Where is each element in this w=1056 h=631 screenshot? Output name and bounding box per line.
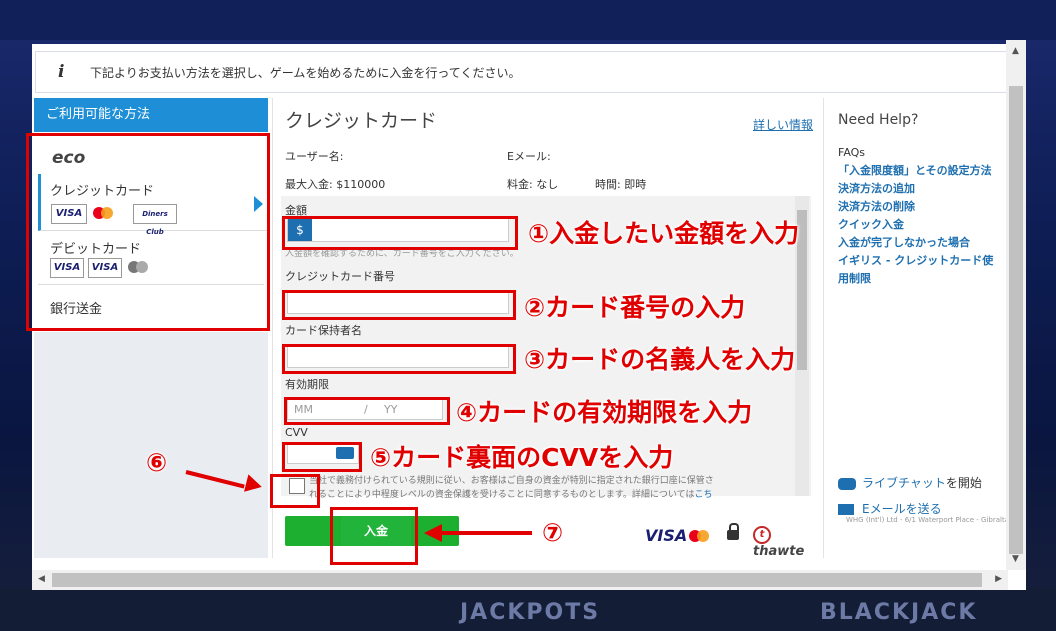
annotation-step3: ③カードの名義人を入力 bbox=[524, 345, 796, 374]
dialog-horizontal-scrollbar[interactable]: ◀ ▶ bbox=[32, 570, 1008, 590]
visa-secure-logo: VISA bbox=[645, 526, 688, 545]
max-deposit: 最大入金: $110000 bbox=[285, 178, 386, 191]
faq-links: 「入金限度額」とその設定方法 決済方法の追加 決済方法の削除 クイック入金 入金… bbox=[838, 162, 1008, 288]
annotation-step7: ⑦ bbox=[542, 518, 564, 547]
holder-name-label: カード保持者名 bbox=[285, 324, 362, 337]
faq-link-usage-limit[interactable]: 用制限 bbox=[838, 270, 1008, 288]
email-icon bbox=[838, 504, 854, 515]
fee: 料金: なし bbox=[507, 178, 559, 191]
faq-link-deposit-failed[interactable]: 入金が完了しなかった場合 bbox=[838, 234, 1008, 252]
help-title: Need Help? bbox=[838, 112, 919, 128]
processing-time: 時間: 即時 bbox=[595, 178, 647, 191]
info-icon: i bbox=[58, 62, 65, 82]
annotation-step6: ⑥ bbox=[146, 448, 168, 477]
site-nav-strip bbox=[0, 0, 1056, 40]
terms-link[interactable]: こち bbox=[694, 490, 712, 500]
dialog-vertical-scrollbar[interactable]: ▲ ▼ bbox=[1006, 40, 1026, 570]
highlight-methods bbox=[26, 133, 270, 331]
panel-title: クレジットカード bbox=[285, 110, 438, 132]
thawte-logo: tthawte bbox=[753, 526, 823, 559]
email-label: Eメール: bbox=[507, 150, 551, 163]
terms-text-line2-body: れることにより中程度レベルの資金保護を受けることに同意するものとします。詳細につ… bbox=[309, 490, 695, 500]
cvv-label: CVV bbox=[285, 426, 308, 439]
copyright-text: WHG (Int'l) Ltd - 6/1 Waterport Place - … bbox=[846, 516, 1012, 524]
methods-header: ご利用可能な方法 bbox=[34, 98, 268, 132]
horizontal-scroll-thumb[interactable] bbox=[52, 573, 982, 587]
thawte-mark-icon: t bbox=[753, 526, 771, 544]
annotation-step2: ②カード番号の入力 bbox=[524, 293, 746, 322]
highlight-holder-name bbox=[282, 344, 516, 374]
info-message: 下記よりお支払い方法を選択し、ゲームを始めるために入金を行ってください。 bbox=[90, 66, 521, 80]
faq-link-add-method[interactable]: 決済方法の追加 bbox=[838, 180, 1008, 198]
faq-link-deposit-limit[interactable]: 「入金限度額」とその設定方法 bbox=[838, 162, 1008, 180]
card-number-label: クレジットカード番号 bbox=[285, 270, 395, 283]
highlight-expiry bbox=[284, 397, 450, 425]
expiry-label: 有効期限 bbox=[285, 378, 329, 391]
scroll-right-icon[interactable]: ▶ bbox=[995, 574, 1002, 584]
info-bar: i 下記よりお支払い方法を選択し、ゲームを始めるために入金を行ってください。 bbox=[35, 51, 1009, 93]
faq-link-uk-credit-card[interactable]: イギリス - クレジットカード使 bbox=[838, 252, 1008, 270]
highlight-card-number bbox=[282, 290, 516, 320]
username-label: ユーザー名: bbox=[285, 150, 344, 163]
highlight-amount bbox=[282, 216, 518, 250]
terms-text-line1: 当社で義務付けられている規則に従い、お客様はご自身の資金が特別に指定された銀行口… bbox=[309, 476, 714, 486]
send-email[interactable]: Eメールを送る bbox=[838, 500, 942, 517]
highlight-deposit-button bbox=[330, 507, 418, 565]
terms-text-line2: れることにより中程度レベルの資金保護を受けることに同意するものとします。詳細につ… bbox=[309, 488, 713, 502]
thawte-text: thawte bbox=[753, 544, 805, 559]
annotation-step1: ①入金したい金額を入力 bbox=[528, 219, 800, 248]
highlight-checkbox bbox=[270, 474, 320, 508]
highlight-cvv bbox=[282, 442, 362, 472]
annotation-step5: ⑤カード裏面のCVVを入力 bbox=[370, 443, 674, 472]
send-email-link[interactable]: Eメールを送る bbox=[862, 502, 942, 516]
more-info-link[interactable]: 詳しい情報 bbox=[753, 116, 813, 133]
help-panel: Need Help? FAQs 「入金限度額」とその設定方法 決済方法の追加 決… bbox=[826, 98, 1012, 558]
arrow-step7-line bbox=[440, 531, 532, 535]
faq-link-remove-method[interactable]: 決済方法の削除 bbox=[838, 198, 1008, 216]
background-banner: JACKPOTS BLACKJACK bbox=[0, 587, 1056, 631]
lock-icon bbox=[727, 523, 739, 540]
chat-icon bbox=[838, 477, 856, 490]
annotation-step4: ④カードの有効期限を入力 bbox=[456, 398, 753, 427]
live-chat-link[interactable]: ライブチャット bbox=[862, 476, 946, 490]
scroll-up-icon[interactable]: ▲ bbox=[1012, 46, 1019, 56]
live-chat-suffix: を開始 bbox=[945, 476, 982, 490]
scroll-left-icon[interactable]: ◀ bbox=[38, 574, 45, 584]
faq-link-quick-deposit[interactable]: クイック入金 bbox=[838, 216, 1008, 234]
scroll-down-icon[interactable]: ▼ bbox=[1012, 554, 1019, 564]
credit-card-panel: クレジットカード 詳しい情報 ユーザー名: Eメール: 最大入金: $11000… bbox=[272, 98, 824, 559]
vertical-scroll-thumb[interactable] bbox=[1009, 86, 1023, 554]
mastercard-secure-icon bbox=[689, 528, 713, 544]
arrow-step7-head-icon bbox=[424, 524, 442, 542]
jackpots-text: JACKPOTS bbox=[460, 600, 601, 625]
live-chat[interactable]: ライブチャットを開始 bbox=[838, 474, 982, 491]
blackjack-text: BLACKJACK bbox=[820, 600, 978, 625]
faq-label: FAQs bbox=[838, 146, 866, 159]
